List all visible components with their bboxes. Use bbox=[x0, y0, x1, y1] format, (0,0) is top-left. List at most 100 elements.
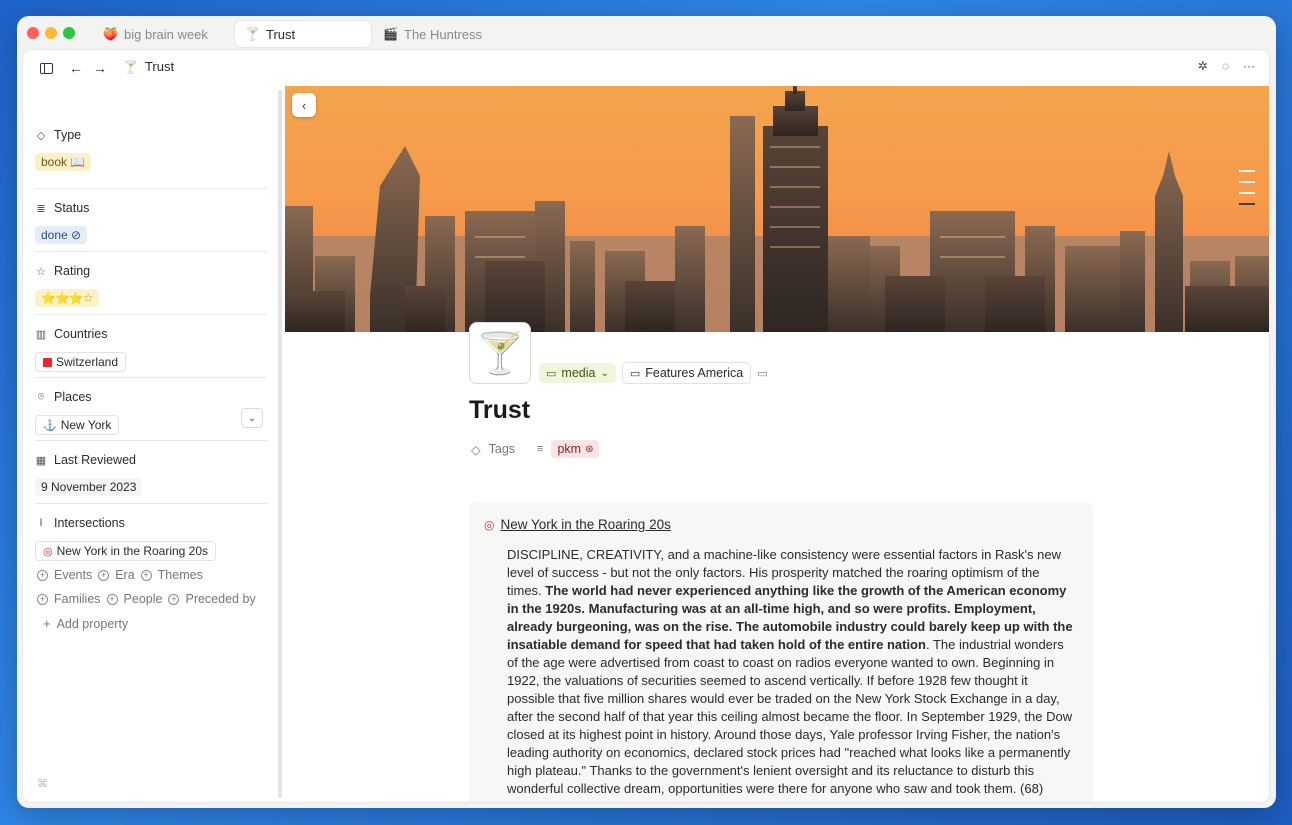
skyline-illustration bbox=[285, 86, 1269, 332]
property-label: Type bbox=[54, 128, 82, 142]
text-cursor-icon: I bbox=[39, 517, 43, 529]
tab-the-huntress[interactable]: 🎬 The Huntress bbox=[373, 21, 492, 47]
intersection-label: New York in the Roaring 20s bbox=[56, 544, 209, 558]
chevron-down-icon: ⌄ bbox=[247, 412, 257, 424]
callout-body: DISCIPLINE, CREATIVITY, and a machine-li… bbox=[507, 546, 1077, 798]
clapper-icon: ▭ bbox=[546, 367, 557, 380]
cocktail-icon: 🍸 bbox=[123, 59, 138, 74]
add-families[interactable]: Families bbox=[54, 592, 101, 606]
places-dropdown-button[interactable]: ⌄ bbox=[241, 408, 263, 428]
property-rating: ☆ Rating ⭐⭐⭐☆ bbox=[35, 252, 267, 315]
features-label: Features America bbox=[645, 366, 744, 380]
tab-label: The Huntress bbox=[404, 26, 483, 42]
property-type: ◇ Type book 📖 bbox=[35, 126, 267, 189]
archive-icon[interactable]: ▭ bbox=[757, 367, 767, 380]
property-label: Places bbox=[54, 390, 92, 404]
property-last-reviewed: ▦ Last Reviewed 9 November 2023 bbox=[35, 441, 267, 504]
media-label: media bbox=[561, 366, 596, 380]
callout-link[interactable]: New York in the Roaring 20s bbox=[500, 517, 670, 532]
intersection-chip[interactable]: ◎ New York in the Roaring 20s bbox=[35, 541, 217, 561]
type-value-chip[interactable]: book 📖 bbox=[35, 153, 92, 171]
tags-label: Tags bbox=[488, 442, 516, 456]
pinwheel-icon[interactable]: ✲ bbox=[1198, 59, 1208, 73]
minimize-window-button[interactable] bbox=[45, 27, 57, 39]
property-places: ⌾ Places ⚓ New York ⌄ bbox=[35, 378, 267, 441]
media-chip[interactable]: ▭ media ⌄ bbox=[539, 363, 616, 383]
plus-circle-icon: + bbox=[106, 593, 118, 605]
sidebar-icon bbox=[39, 62, 53, 74]
cover-image: ‹ bbox=[285, 86, 1269, 332]
tag-pkm-chip[interactable]: pkm ⊛ bbox=[551, 440, 600, 458]
place-chip[interactable]: ⚓ New York bbox=[35, 415, 120, 435]
target-icon: ◎ bbox=[484, 517, 495, 532]
page-content: ‹ 🍸 ▭ media ⌄ ▭ Features America ▭ Trust bbox=[285, 86, 1269, 802]
peach-icon: 🍑 bbox=[103, 27, 118, 41]
status-value-chip[interactable]: done ⊘ bbox=[35, 226, 88, 244]
callout-text-2: . The industrial wonders of the age were… bbox=[507, 637, 1073, 796]
page-meta-row: ▭ media ⌄ ▭ Features America ▭ bbox=[539, 362, 768, 384]
extra-properties-row-1: + Events + Era + Themes bbox=[37, 568, 203, 582]
tab-label: big brain week bbox=[124, 26, 208, 42]
content-panel: ← → 🍸 Trust ✲ ◌ ··· ◇ Type book 📖 ≣ Status… bbox=[23, 50, 1269, 802]
property-label: Last Reviewed bbox=[54, 453, 136, 467]
command-icon[interactable]: ⌘ bbox=[37, 777, 48, 790]
top-right-toolbar: ✲ ◌ ··· bbox=[1198, 59, 1255, 73]
app-window: 🍑 big brain week 🍸 Trust 🎬 The Huntress … bbox=[17, 16, 1276, 808]
callout-block: ◎ New York in the Roaring 20s DISCIPLINE… bbox=[469, 502, 1093, 802]
add-people[interactable]: People bbox=[124, 592, 163, 606]
collapse-cover-button[interactable]: ‹ bbox=[292, 93, 316, 117]
arrow-right-icon: → bbox=[93, 60, 107, 76]
add-property-button[interactable]: + Add property bbox=[43, 616, 128, 631]
add-themes[interactable]: Themes bbox=[158, 568, 203, 582]
plus-circle-icon: + bbox=[37, 569, 48, 581]
back-arrow-button[interactable]: ← bbox=[67, 59, 85, 77]
last-reviewed-date[interactable]: 9 November 2023 bbox=[35, 478, 143, 496]
extra-properties-row-2: + Families + People + Preceded by bbox=[37, 592, 256, 606]
page-title[interactable]: Trust bbox=[469, 396, 530, 425]
callout-title: ◎ New York in the Roaring 20s bbox=[484, 517, 671, 532]
property-intersections: I Intersections ◎ New York in the Roaring… bbox=[35, 504, 267, 567]
tags-row: ◇ Tags ≡ pkm ⊛ bbox=[471, 440, 600, 458]
property-label: Countries bbox=[54, 327, 108, 341]
plus-circle-icon: + bbox=[168, 593, 180, 605]
add-events[interactable]: Events bbox=[54, 568, 92, 582]
add-era[interactable]: Era bbox=[115, 568, 134, 582]
brain-icon: ⊛ bbox=[585, 443, 594, 455]
country-label: Switzerland bbox=[56, 355, 119, 369]
database-icon: ≣ bbox=[36, 202, 46, 215]
arrow-left-icon: ← bbox=[69, 60, 83, 76]
tab-label: Trust bbox=[266, 26, 296, 42]
add-preceded-by[interactable]: Preceded by bbox=[185, 592, 255, 606]
tab-trust[interactable]: 🍸 Trust bbox=[235, 21, 371, 47]
location-pin-icon: ⌾ bbox=[37, 390, 45, 403]
swiss-flag-icon bbox=[43, 357, 52, 367]
toggle-sidebar-button[interactable] bbox=[37, 59, 55, 77]
folder-icon: ▭ bbox=[629, 367, 641, 380]
maximize-window-button[interactable] bbox=[63, 27, 75, 39]
tab-big-brain-week[interactable]: 🍑 big brain week bbox=[93, 21, 218, 47]
nav-bar: ← → 🍸 Trust ✲ ◌ ··· bbox=[23, 50, 1269, 86]
breadcrumb[interactable]: 🍸 Trust bbox=[123, 59, 174, 74]
country-chip[interactable]: Switzerland bbox=[35, 352, 127, 372]
close-window-button[interactable] bbox=[27, 27, 39, 39]
features-chip[interactable]: ▭ Features America bbox=[621, 362, 752, 384]
rating-value-chip[interactable]: ⭐⭐⭐☆ bbox=[35, 289, 99, 307]
properties-sidebar: ◇ Type book 📖 ≣ Status done ⊘ ☆ Rating ⭐⭐⭐☆… bbox=[23, 86, 281, 802]
add-property-label: Add property bbox=[56, 616, 129, 631]
property-label: Rating bbox=[54, 264, 91, 278]
tag-icon: ◇ bbox=[36, 129, 46, 142]
sidebar-scrollbar[interactable] bbox=[278, 90, 282, 798]
map-icon: ▥ bbox=[35, 328, 47, 341]
more-icon[interactable]: ··· bbox=[1243, 59, 1255, 73]
plus-icon: + bbox=[43, 616, 51, 631]
page-icon-cocktail[interactable]: 🍸 bbox=[469, 322, 531, 384]
plus-circle-icon: + bbox=[37, 593, 48, 605]
list-icon: ≡ bbox=[537, 443, 544, 455]
table-of-contents-markers[interactable] bbox=[1239, 170, 1255, 214]
place-label: New York bbox=[60, 418, 112, 432]
title-bar: 🍑 big brain week 🍸 Trust 🎬 The Huntress bbox=[17, 16, 1276, 50]
sync-icon[interactable]: ◌ bbox=[1222, 59, 1229, 73]
calendar-icon: ▦ bbox=[35, 454, 47, 467]
forward-arrow-button[interactable]: → bbox=[91, 59, 109, 77]
property-label: Status bbox=[54, 201, 90, 215]
